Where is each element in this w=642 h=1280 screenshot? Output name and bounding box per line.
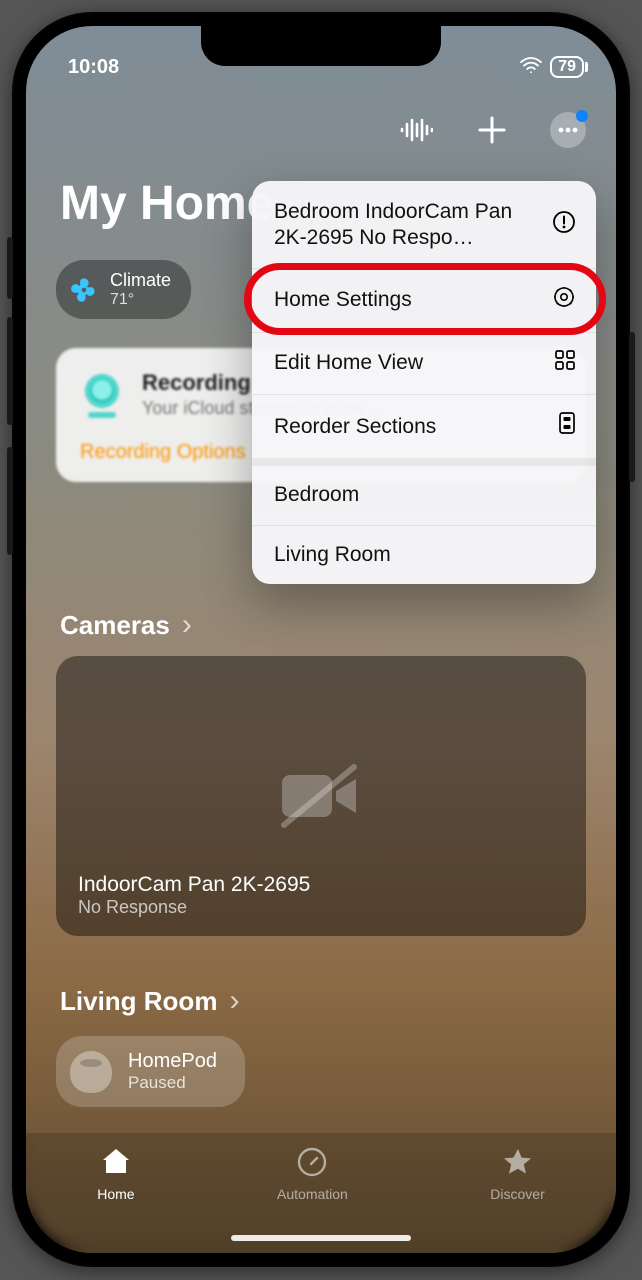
homepod-status: Paused (128, 1073, 217, 1093)
grid-icon (554, 349, 576, 378)
climate-label: Climate (110, 270, 171, 291)
webcam-icon (80, 374, 124, 418)
tab-discover[interactable]: Discover (490, 1145, 544, 1202)
climate-value: 71° (110, 291, 171, 309)
home-indicator[interactable] (231, 1235, 411, 1241)
homepod-name: HomePod (128, 1050, 217, 1073)
tab-automation[interactable]: Automation (277, 1145, 348, 1202)
screen: 10:08 79 (26, 26, 616, 1253)
menu-item-no-response[interactable]: Bedroom IndoorCam Pan 2K-2695 No Respo… (252, 181, 596, 268)
clock-icon (295, 1145, 329, 1182)
toolbar (396, 110, 588, 150)
more-button[interactable] (548, 110, 588, 150)
phone-frame: 10:08 79 (12, 12, 630, 1267)
camera-status: No Response (78, 897, 310, 918)
mute-switch (7, 237, 13, 299)
star-icon (501, 1145, 535, 1182)
gear-icon (552, 285, 576, 316)
camera-name: IndoorCam Pan 2K-2695 (78, 873, 310, 897)
status-chips: Climate 71° (56, 260, 191, 319)
reorder-icon (558, 411, 576, 442)
battery-indicator: 79 (550, 56, 584, 78)
notch (201, 26, 441, 66)
home-icon (99, 1145, 133, 1182)
volume-down (7, 447, 13, 555)
alert-icon (552, 210, 576, 241)
climate-chip[interactable]: Climate 71° (56, 260, 191, 319)
menu-item-bedroom[interactable]: Bedroom (252, 458, 596, 524)
homepod-icon (70, 1051, 112, 1093)
cameras-header[interactable]: Cameras (60, 608, 192, 642)
menu-item-edit-home-view[interactable]: Edit Home View (252, 332, 596, 394)
tab-bar: Home Automation Discover (26, 1133, 616, 1253)
menu-item-home-settings[interactable]: Home Settings (252, 268, 596, 332)
camera-card[interactable]: IndoorCam Pan 2K-2695 No Response (56, 656, 586, 936)
add-button[interactable] (472, 110, 512, 150)
overflow-menu: Bedroom IndoorCam Pan 2K-2695 No Respo… … (252, 181, 596, 584)
menu-item-living-room[interactable]: Living Room (252, 525, 596, 584)
tab-home[interactable]: Home (97, 1145, 134, 1202)
page-title: My Home (60, 176, 273, 231)
living-room-header[interactable]: Living Room (60, 984, 239, 1018)
wifi-icon (520, 56, 542, 79)
intercom-button[interactable] (396, 110, 436, 150)
volume-up (7, 317, 13, 425)
menu-item-reorder-sections[interactable]: Reorder Sections (252, 394, 596, 458)
ellipsis-icon (550, 112, 586, 148)
fan-icon (70, 276, 98, 304)
status-time: 10:08 (68, 56, 119, 79)
homepod-tile[interactable]: HomePod Paused (56, 1036, 245, 1107)
power-button (629, 332, 635, 482)
